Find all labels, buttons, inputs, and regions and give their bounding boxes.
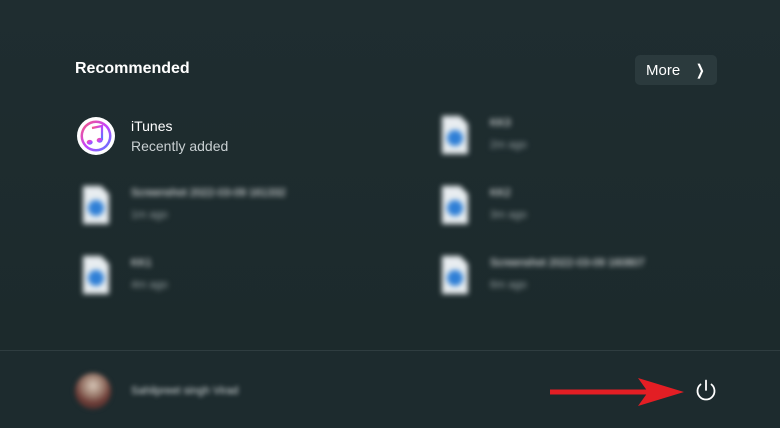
- recommended-item-file[interactable]: Screenshot 2022-03-09 160807 6m ago: [435, 255, 755, 305]
- more-button-label: More: [646, 61, 681, 79]
- power-icon[interactable]: [692, 377, 720, 405]
- image-file-icon: [442, 186, 468, 224]
- item-subtitle: 2m ago: [490, 139, 527, 151]
- item-name: KK1: [131, 257, 152, 269]
- item-name: Screenshot 2022-03-09 160807: [490, 257, 645, 269]
- item-subtitle: 3m ago: [490, 209, 527, 221]
- user-account-button[interactable]: Sahilpreet singh Virad: [75, 371, 238, 411]
- user-name: Sahilpreet singh Virad: [131, 385, 239, 397]
- image-file-icon: [442, 116, 468, 154]
- avatar: [75, 373, 111, 409]
- item-name: KK2: [490, 187, 511, 199]
- item-subtitle: 6m ago: [490, 279, 527, 291]
- recommended-heading: Recommended: [75, 60, 190, 77]
- item-subtitle: 4m ago: [131, 279, 168, 291]
- image-file-icon: [83, 256, 109, 294]
- image-file-icon: [83, 186, 109, 224]
- red-arrow-annotation: [550, 378, 684, 406]
- image-file-icon: [442, 256, 468, 294]
- item-subtitle: Recently added: [131, 138, 229, 154]
- chevron-right-icon: ❯: [696, 62, 705, 79]
- recommended-item-itunes[interactable]: iTunes Recently added: [76, 116, 396, 166]
- more-button[interactable]: More ❯: [635, 55, 717, 85]
- recommended-item-file[interactable]: Screenshot 2022-03-09 161332 1m ago: [76, 185, 396, 235]
- item-subtitle: 1m ago: [131, 209, 168, 221]
- itunes-icon: [77, 117, 115, 155]
- recommended-item-file[interactable]: KK1 4m ago: [76, 255, 396, 305]
- recommended-item-file[interactable]: KK3 2m ago: [435, 115, 755, 165]
- recommended-item-file[interactable]: KK2 3m ago: [435, 185, 755, 235]
- item-name: KK3: [490, 117, 511, 129]
- item-name: iTunes: [131, 118, 173, 134]
- item-name: Screenshot 2022-03-09 161332: [131, 187, 286, 199]
